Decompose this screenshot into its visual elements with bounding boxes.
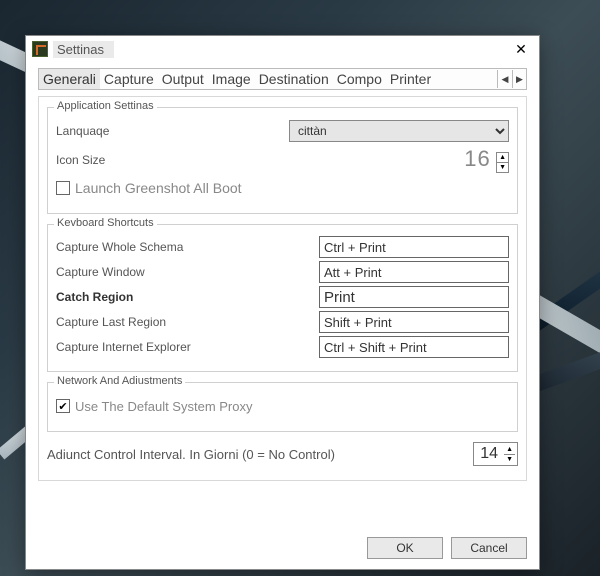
spinner-up-icon[interactable]: ▲ bbox=[504, 445, 515, 455]
shortcut-label-4: Capture Internet Explorer bbox=[56, 340, 311, 354]
tab-scroll-left-icon[interactable]: ◀ bbox=[498, 70, 512, 88]
shortcut-input-4[interactable] bbox=[319, 336, 509, 358]
tab-destination[interactable]: Destination bbox=[255, 69, 333, 89]
window-title: Settinas bbox=[53, 41, 114, 58]
titlebar: Settinas ✕ bbox=[26, 36, 539, 62]
interval-value: 14 bbox=[476, 445, 502, 463]
group-keyboard-shortcuts: Kevboard Shortcuts Capture Whole Schema … bbox=[47, 224, 518, 372]
shortcut-label-1: Capture Window bbox=[56, 265, 311, 279]
shortcut-input-0[interactable] bbox=[319, 236, 509, 258]
shortcut-label-0: Capture Whole Schema bbox=[56, 240, 311, 254]
icon-size-control: 16 ▲▼ bbox=[464, 146, 509, 173]
tab-capture[interactable]: Capture bbox=[100, 69, 158, 89]
icon-size-spinner[interactable]: ▲▼ bbox=[496, 152, 509, 173]
group-title-app: Application Settinas bbox=[54, 100, 157, 112]
cancel-button[interactable]: Cancel bbox=[451, 537, 527, 559]
tab-scroll-right-icon[interactable]: ▶ bbox=[512, 70, 526, 88]
shortcut-input-1[interactable] bbox=[319, 261, 509, 283]
ok-button[interactable]: OK bbox=[367, 537, 443, 559]
launch-boot-checkbox[interactable] bbox=[56, 181, 70, 195]
shortcut-label-3: Capture Last Region bbox=[56, 315, 311, 329]
group-title-shortcuts: Kevboard Shortcuts bbox=[54, 217, 157, 229]
interval-label: Adiunct Control Interval. In Giorni (0 =… bbox=[47, 447, 335, 462]
app-icon bbox=[32, 41, 48, 57]
tab-generali[interactable]: Generali bbox=[39, 69, 100, 89]
shortcut-input-3[interactable] bbox=[319, 311, 509, 333]
tab-panel: Application Settinas Lanquaqe cittàn Ico… bbox=[38, 96, 527, 481]
interval-spinner[interactable]: ▲▼ bbox=[504, 445, 515, 464]
close-button[interactable]: ✕ bbox=[509, 39, 533, 59]
group-network: Network And Adiustments ✔ Use The Defaul… bbox=[47, 382, 518, 432]
tab-image[interactable]: Image bbox=[208, 69, 255, 89]
icon-size-value: 16 bbox=[464, 146, 490, 171]
launch-boot-label: Launch Greenshot All Boot bbox=[75, 180, 242, 196]
spinner-up-icon[interactable]: ▲ bbox=[497, 153, 508, 163]
tab-printer[interactable]: Printer bbox=[386, 69, 435, 89]
dialog-footer: OK Cancel bbox=[367, 537, 527, 559]
shortcut-label-2: Catch Region bbox=[56, 290, 311, 304]
icon-size-label: Icon Size bbox=[56, 153, 105, 167]
language-label: Lanquaqe bbox=[56, 124, 109, 138]
spinner-down-icon[interactable]: ▼ bbox=[497, 163, 508, 172]
interval-control: 14 ▲▼ bbox=[473, 442, 518, 466]
tab-bar: Generali Capture Output Image Destinatio… bbox=[38, 68, 527, 90]
tab-output[interactable]: Output bbox=[158, 69, 208, 89]
tab-scroll: ◀ ▶ bbox=[497, 70, 526, 88]
proxy-label: Use The Default System Proxy bbox=[75, 399, 253, 414]
settings-window: Settinas ✕ Generali Capture Output Image… bbox=[25, 35, 540, 570]
shortcut-input-2[interactable] bbox=[319, 286, 509, 308]
proxy-checkbox[interactable]: ✔ bbox=[56, 399, 70, 413]
group-title-network: Network And Adiustments bbox=[54, 375, 185, 387]
tab-compo[interactable]: Compo bbox=[333, 69, 386, 89]
spinner-down-icon[interactable]: ▼ bbox=[504, 455, 515, 464]
group-application-settings: Application Settinas Lanquaqe cittàn Ico… bbox=[47, 107, 518, 214]
language-select[interactable]: cittàn bbox=[289, 120, 509, 142]
